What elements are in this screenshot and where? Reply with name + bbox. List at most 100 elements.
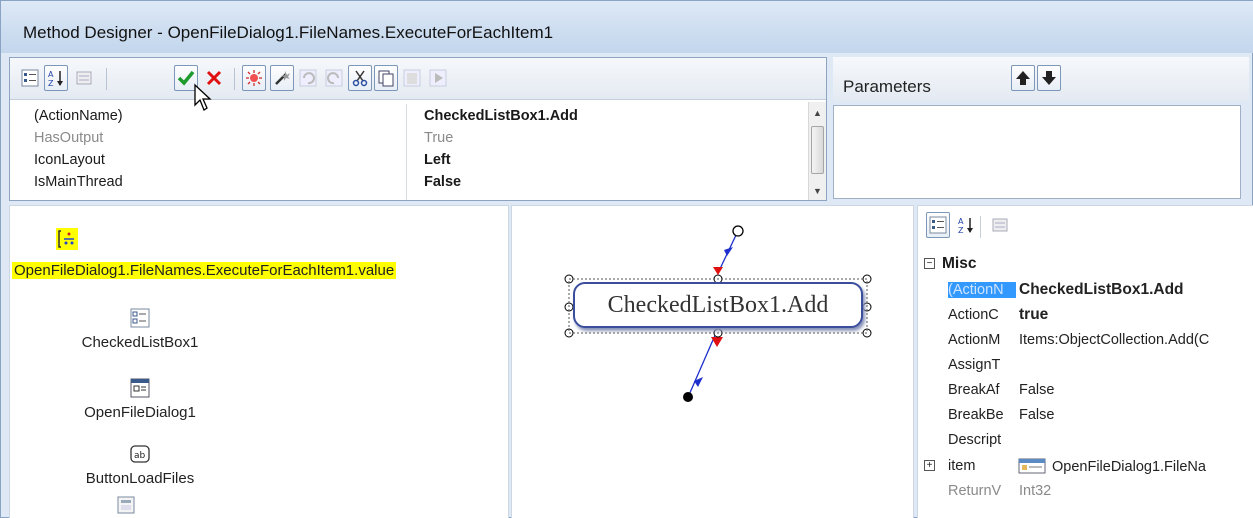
component-openfiledialog[interactable]: OpenFileDialog1 [40,378,240,421]
property-row[interactable]: IconLayout Left [22,148,808,170]
button-icon: ab [130,445,150,463]
magic-wand-icon [275,71,290,85]
property-row[interactable]: HasOutput True [22,126,808,148]
action-node[interactable]: CheckedListBox1.Add [573,282,863,328]
property-value: Left [424,152,451,168]
component-icon[interactable] [117,496,135,514]
alphabetical-icon: AZ [48,70,63,88]
title-bar: Method Designer - OpenFileDialog1.FileNa… [1,1,1253,53]
category-misc[interactable]: − Misc [918,252,1253,276]
property-value: CheckedListBox1.Add [1019,281,1184,298]
cut-icon [352,70,368,87]
grid-divider [406,104,407,200]
foreach-value-label[interactable]: OpenFileDialog1.FileNames.ExecuteForEach… [12,262,397,279]
property-value: True [424,130,454,146]
action-node-label: CheckedListBox1.Add [607,291,829,318]
move-down-button[interactable] [1037,65,1061,91]
redo-icon [325,69,343,87]
property-pages-button[interactable] [72,65,96,91]
action-properties-pane: AZ (ActionName) CheckedListBox1.Add HasO… [9,57,827,201]
collapse-icon[interactable]: − [924,258,935,269]
property-value: CheckedListBox1.Add [424,108,578,124]
property-name: ActionM [948,332,1001,348]
property-row[interactable]: AssignT [918,353,1253,377]
property-row[interactable]: ReturnV Int32 [918,479,1253,503]
property-row[interactable]: (ActionN CheckedListBox1.Add [918,278,1253,302]
checked-listbox-icon [130,308,150,328]
property-name: ActionC [948,307,999,323]
copy-button[interactable] [374,65,398,91]
property-pages-button[interactable] [988,212,1012,238]
debug-button[interactable] [242,65,266,91]
mouse-cursor-icon [194,83,212,111]
designer-toolbar: AZ [10,58,826,100]
property-row[interactable]: + item OpenFileDialog1.FileNa [918,454,1253,478]
property-value: Int32 [1019,483,1052,499]
run-icon [429,69,447,87]
undo-button[interactable] [296,65,320,91]
alphabetical-button[interactable]: AZ [954,212,978,238]
alphabetical-icon: AZ [958,217,973,235]
execute-for-each-icon[interactable] [56,228,78,250]
property-name: BreakAf [948,382,1000,398]
categorized-button[interactable] [18,65,42,91]
expand-icon[interactable]: + [924,460,935,471]
property-row[interactable]: BreakAf False [918,378,1253,402]
parameters-pane: Parameters [833,57,1249,201]
property-name: (ActionName) [34,108,123,124]
property-name: AssignT [948,357,1001,373]
scroll-down-icon[interactable]: ▼ [813,186,822,196]
redo-button[interactable] [322,65,346,91]
property-row[interactable]: ActionC true [918,303,1253,327]
magic-wand-button[interactable] [270,65,294,91]
property-row[interactable]: (ActionName) CheckedListBox1.Add [22,104,808,126]
arrow-up-icon [1016,71,1030,85]
categorized-button[interactable] [926,212,950,238]
paste-icon [403,69,421,87]
property-row[interactable]: ActionM Items:ObjectCollection.Add(C [918,328,1253,352]
property-name: HasOutput [34,130,104,146]
component-checkedlistbox[interactable]: CheckedListBox1 [40,308,240,351]
scroll-thumb[interactable] [811,126,824,174]
property-name: item [948,458,976,474]
scroll-up-icon[interactable]: ▲ [813,108,822,118]
parameters-list[interactable] [833,105,1241,199]
property-value: False [424,174,462,190]
connector-start-handle[interactable] [732,225,744,237]
categorized-icon [929,216,947,234]
paste-button[interactable] [400,65,424,91]
component-label: ButtonLoadFiles [85,470,195,487]
debug-icon [246,70,262,86]
parameters-label: Parameters [843,77,931,96]
component-button-load-files[interactable]: ab ButtonLoadFiles [40,444,240,487]
property-value: False [1019,407,1055,423]
open-file-dialog-icon [130,378,150,398]
property-name: BreakBe [948,407,1004,423]
arrow-down-icon [1042,71,1056,85]
component-label: OpenFileDialog1 [84,404,196,421]
property-pages-icon [76,71,92,85]
svg-text:Z: Z [958,226,964,235]
property-value: true [1019,306,1049,323]
property-name: IconLayout [34,152,105,168]
toolbar-separator [234,68,235,90]
grid-scrollbar[interactable]: ▲ ▼ [808,102,826,200]
property-name: (ActionN [948,282,1016,298]
undo-icon [299,69,317,87]
connector-end-handle[interactable] [683,392,693,402]
property-name: IsMainThread [34,174,123,190]
svg-text:Z: Z [48,79,54,88]
move-up-button[interactable] [1011,65,1035,91]
property-value: Items:ObjectCollection.Add(C [1019,332,1210,348]
properties-pane: AZ − Misc (ActionN CheckedListBox1.Add A… [917,205,1253,518]
category-label: Misc [942,255,977,272]
property-row[interactable]: IsMainThread False [22,170,808,200]
svg-text:ab: ab [134,451,146,461]
svg-text:A: A [48,70,54,79]
property-row[interactable]: BreakBe False [918,403,1253,427]
cut-button[interactable] [348,65,372,91]
property-grid: (ActionName) CheckedListBox1.Add HasOutp… [22,104,808,200]
run-button[interactable] [426,65,450,91]
property-row[interactable]: Descript [918,428,1253,452]
alphabetical-button[interactable]: AZ [44,65,68,91]
